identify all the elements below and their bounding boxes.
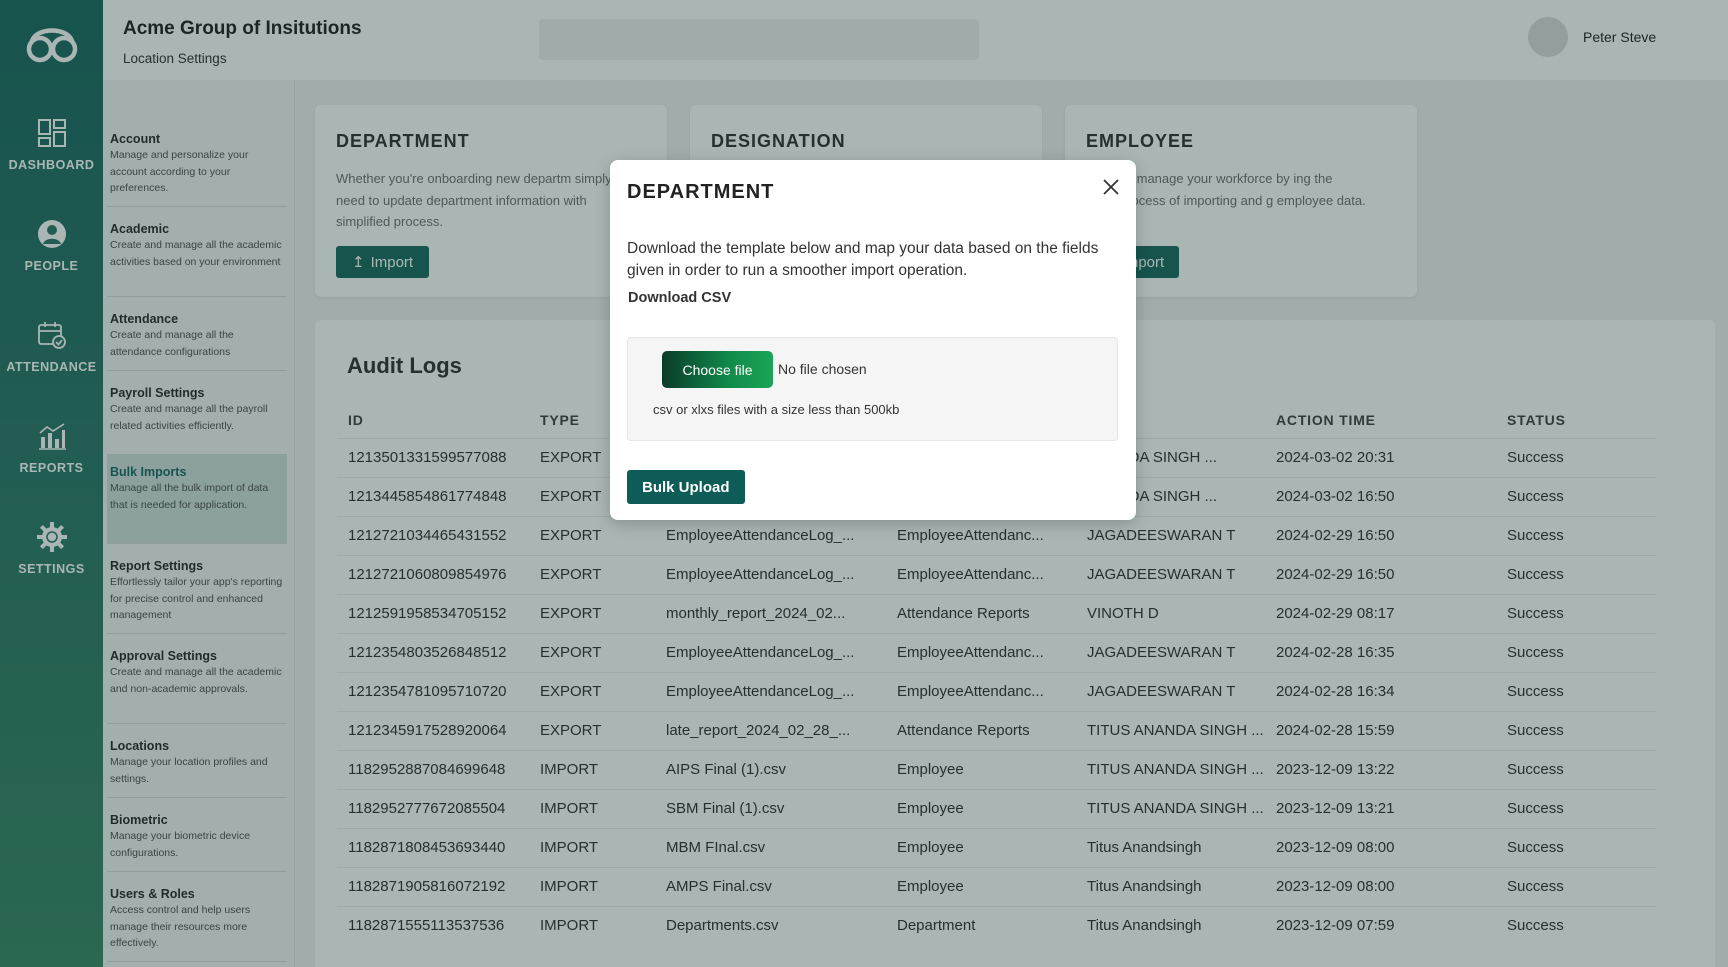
modal-description: Download the template below and map your… <box>627 240 1099 279</box>
file-hint: csv or xlxs files with a size less than … <box>653 402 900 417</box>
department-import-modal: DEPARTMENT Download the template below a… <box>610 160 1136 520</box>
close-icon[interactable] <box>1098 174 1124 200</box>
modal-title: DEPARTMENT <box>627 181 775 203</box>
bulk-upload-button[interactable]: Bulk Upload <box>627 470 745 504</box>
no-file-text: No file chosen <box>778 361 867 377</box>
choose-file-button[interactable]: Choose file <box>662 351 773 388</box>
file-dropzone[interactable]: Choose file No file chosen csv or xlxs f… <box>627 337 1118 441</box>
download-csv-link[interactable]: Download CSV <box>628 290 731 306</box>
